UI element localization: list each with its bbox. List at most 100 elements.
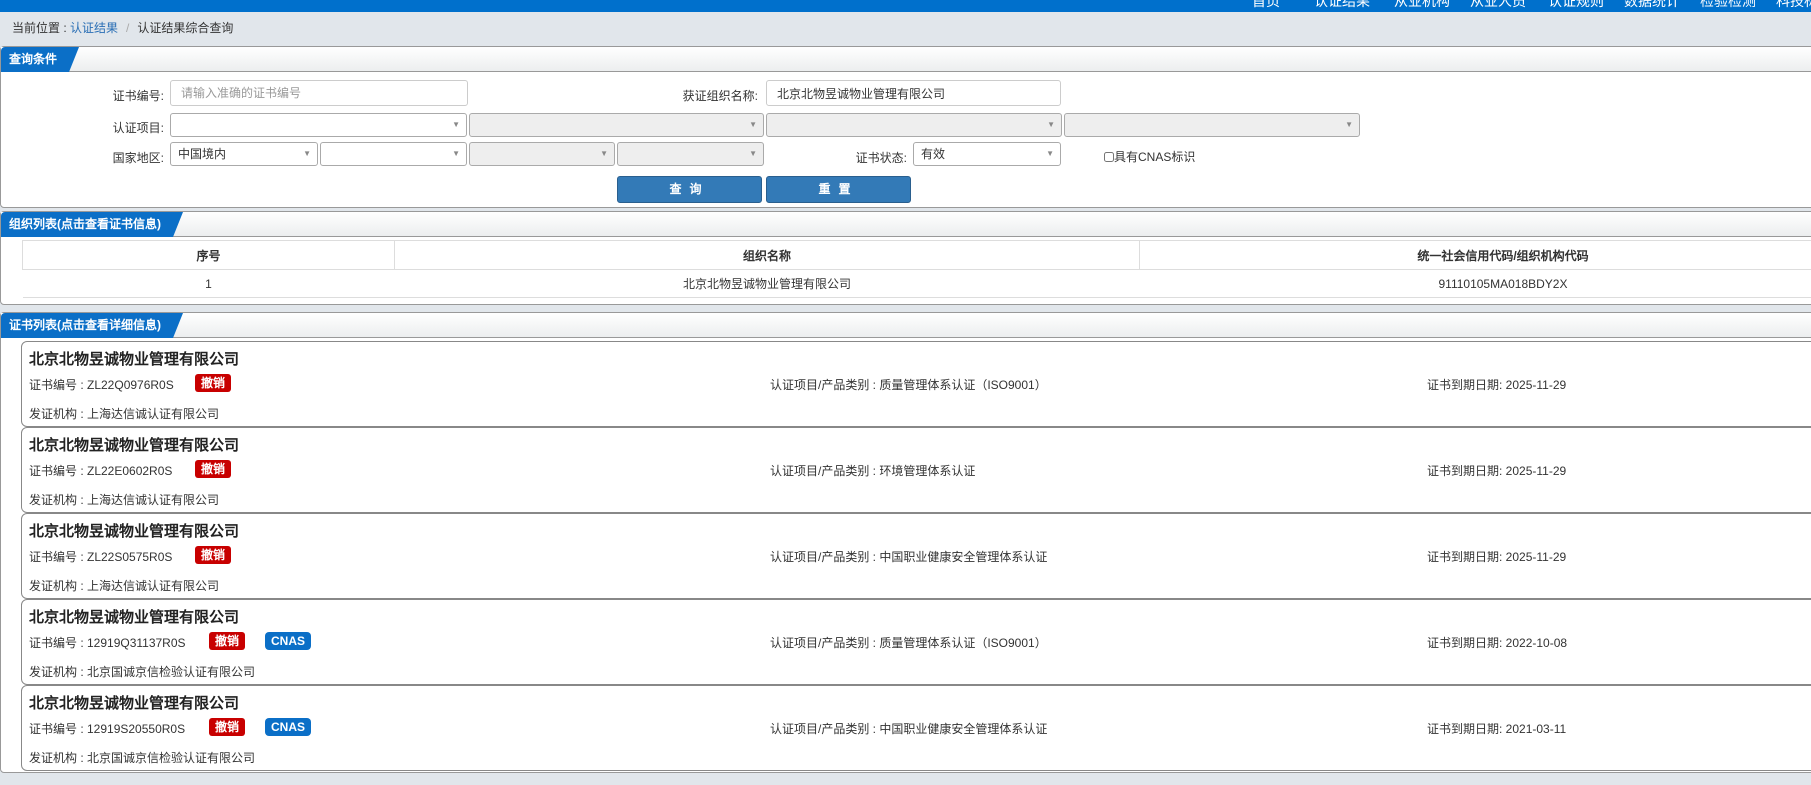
cert-number: 证书编号 : ZL22Q0976R0S: [29, 378, 174, 392]
status-label: 证书状态:: [855, 151, 907, 165]
nav-item[interactable]: 认证规则: [1548, 0, 1604, 11]
cert-card[interactable]: 北京北物昱诚物业管理有限公司 证书编号 : ZL22E0602R0S 撤销 认证项目/…: [21, 427, 1811, 513]
cnas-checkbox-text: 具有CNAS标识: [1114, 150, 1196, 164]
reset-button[interactable]: 重置: [766, 176, 911, 203]
cert-card[interactable]: 北京北物昱诚物业管理有限公司 证书编号 : 12919S20550R0S 撤销 CNA…: [21, 685, 1811, 771]
column-header-credit-code: 统一社会信用代码/组织机构代码: [1139, 240, 1811, 270]
cell-org-name[interactable]: 北京北物昱诚物业管理有限公司: [394, 269, 1140, 298]
cert-expiry-date: 证书到期日期: 2025-11-29: [1427, 378, 1567, 392]
table-row[interactable]: 1 北京北物昱诚物业管理有限公司 91110105MA018BDY2X: [22, 269, 1811, 298]
revoked-badge: 撤销: [195, 460, 232, 478]
query-panel: 查询条件 证书编号: 获证组织名称: 认证项目: ▼ ▼ ▼ ▼ 国家地区: 中…: [0, 46, 1811, 208]
cert-list-panel: 证书列表(点击查看详细信息) 北京北物昱诚物业管理有限公司 证书编号 : ZL22…: [0, 312, 1811, 773]
status-select[interactable]: 有效 ▼: [913, 142, 1061, 166]
cnas-checkbox-label[interactable]: 具有CNAS标识: [1104, 148, 1195, 165]
chevron-down-icon: ▼: [1047, 120, 1055, 129]
cert-number: 证书编号 : ZL22S0575R0S: [29, 550, 173, 564]
breadcrumb-current: 认证结果综合查询: [137, 21, 234, 35]
nav-item[interactable]: 从业机构: [1394, 0, 1450, 11]
cert-number: 证书编号 : ZL22E0602R0S: [29, 464, 173, 478]
cert-item-category: 认证项目/产品类别 : 质量管理体系认证（ISO9001）: [770, 378, 1047, 392]
breadcrumb: 当前位置 : 认证结果 / 认证结果综合查询: [12, 19, 233, 36]
cnas-checkbox[interactable]: [1104, 152, 1114, 162]
cert-number: 证书编号 : 12919S20550R0S: [29, 722, 186, 736]
nav-item[interactable]: 检验检测: [1700, 0, 1756, 11]
breadcrumb-prefix: 当前位置 :: [12, 21, 71, 35]
nav-item[interactable]: 科技标准: [1776, 0, 1811, 11]
region-select-4[interactable]: ▼: [617, 142, 764, 166]
cert-no-label: 证书编号:: [112, 89, 164, 103]
panel-title: 证书列表(点击查看详细信息): [1, 313, 183, 338]
cert-expiry-date: 证书到期日期: 2025-11-29: [1427, 550, 1567, 564]
cert-item-select-2[interactable]: ▼: [469, 113, 764, 137]
status-value: 有效: [921, 147, 946, 161]
search-button[interactable]: 查询: [617, 176, 762, 203]
cell-credit-code: 91110105MA018BDY2X: [1139, 269, 1811, 298]
cert-issuer: 发证机构 : 上海达信诚认证有限公司: [29, 579, 220, 593]
region-select-3[interactable]: ▼: [469, 142, 615, 166]
nav-item[interactable]: 首页: [1252, 0, 1280, 11]
org-name-input[interactable]: [766, 80, 1061, 106]
region-select-2[interactable]: ▼: [320, 142, 467, 166]
cert-org-name: 北京北物昱诚物业管理有限公司: [29, 695, 240, 712]
cert-no-input[interactable]: [170, 80, 468, 106]
column-header-index: 序号: [22, 240, 395, 270]
cert-item-category: 认证项目/产品类别 : 质量管理体系认证（ISO9001）: [770, 636, 1047, 650]
panel-header: 查询条件: [1, 47, 1811, 72]
region-value: 中国境内: [178, 147, 227, 161]
cert-issuer: 发证机构 : 上海达信诚认证有限公司: [29, 407, 220, 421]
cert-org-name: 北京北物昱诚物业管理有限公司: [29, 523, 240, 540]
org-table: 序号 组织名称 统一社会信用代码/组织机构代码 1 北京北物昱诚物业管理有限公司…: [22, 240, 1811, 298]
region-select-1[interactable]: 中国境内 ▼: [170, 142, 318, 166]
panel-title: 组织列表(点击查看证书信息): [1, 212, 183, 237]
cert-org-name: 北京北物昱诚物业管理有限公司: [29, 351, 240, 368]
cert-card[interactable]: 北京北物昱诚物业管理有限公司 证书编号 : ZL22Q0976R0S 撤销 认证项目/…: [21, 341, 1811, 427]
nav-item[interactable]: 数据统计: [1624, 0, 1680, 11]
nav-item[interactable]: 从业人员: [1470, 0, 1526, 11]
revoked-badge: 撤销: [195, 546, 232, 564]
cert-expiry-date: 证书到期日期: 2025-11-29: [1427, 464, 1567, 478]
nav-item[interactable]: 认证结果: [1314, 0, 1370, 11]
cert-card[interactable]: 北京北物昱诚物业管理有限公司 证书编号 : 12919Q31137R0S 撤销 CNA…: [21, 599, 1811, 685]
cert-item-select-1[interactable]: ▼: [170, 113, 467, 137]
breadcrumb-separator: /: [126, 21, 130, 35]
chevron-down-icon: ▼: [1345, 120, 1353, 129]
org-name-label: 获证组织名称:: [682, 89, 758, 103]
cert-org-name: 北京北物昱诚物业管理有限公司: [29, 609, 240, 626]
chevron-down-icon: ▼: [303, 149, 311, 158]
cert-item-category: 认证项目/产品类别 : 环境管理体系认证: [770, 464, 976, 478]
revoked-badge: 撤销: [209, 718, 246, 736]
revoked-badge: 撤销: [209, 632, 246, 650]
cert-card[interactable]: 北京北物昱诚物业管理有限公司 证书编号 : ZL22S0575R0S 撤销 认证项目/…: [21, 513, 1811, 599]
panel-header: 证书列表(点击查看详细信息): [1, 313, 1811, 338]
cert-item-label: 认证项目:: [112, 121, 164, 135]
top-nav: 首页 认证结果 从业机构 从业人员 认证规则 数据统计 检验检测 科技标准: [0, 0, 1811, 12]
panel-title: 查询条件: [1, 47, 79, 72]
cnas-badge: CNAS: [265, 632, 312, 650]
column-header-org-name: 组织名称: [394, 240, 1140, 270]
chevron-down-icon: ▼: [600, 149, 608, 158]
region-label: 国家地区:: [112, 151, 164, 165]
cert-expiry-date: 证书到期日期: 2022-10-08: [1427, 636, 1568, 650]
cert-issuer: 发证机构 : 上海达信诚认证有限公司: [29, 493, 220, 507]
cert-issuer: 发证机构 : 北京国诚京信检验认证有限公司: [29, 751, 256, 765]
cert-number: 证书编号 : 12919Q31137R0S: [29, 636, 186, 650]
cert-item-category: 认证项目/产品类别 : 中国职业健康安全管理体系认证: [770, 550, 1048, 564]
table-header-row: 序号 组织名称 统一社会信用代码/组织机构代码: [22, 240, 1811, 270]
chevron-down-icon: ▼: [452, 149, 460, 158]
chevron-down-icon: ▼: [452, 120, 460, 129]
org-list-panel: 组织列表(点击查看证书信息) 序号 组织名称 统一社会信用代码/组织机构代码 1…: [0, 211, 1811, 305]
panel-header: 组织列表(点击查看证书信息): [1, 212, 1811, 237]
cert-item-select-3[interactable]: ▼: [766, 113, 1062, 137]
cnas-badge: CNAS: [265, 718, 312, 736]
cert-item-category: 认证项目/产品类别 : 中国职业健康安全管理体系认证: [770, 722, 1048, 736]
chevron-down-icon: ▼: [1046, 149, 1054, 158]
chevron-down-icon: ▼: [749, 149, 757, 158]
cert-item-select-4[interactable]: ▼: [1064, 113, 1360, 137]
cert-org-name: 北京北物昱诚物业管理有限公司: [29, 437, 240, 454]
chevron-down-icon: ▼: [749, 120, 757, 129]
revoked-badge: 撤销: [195, 374, 232, 392]
cert-issuer: 发证机构 : 北京国诚京信检验认证有限公司: [29, 665, 256, 679]
cell-index: 1: [22, 269, 395, 298]
breadcrumb-link[interactable]: 认证结果: [70, 21, 118, 35]
